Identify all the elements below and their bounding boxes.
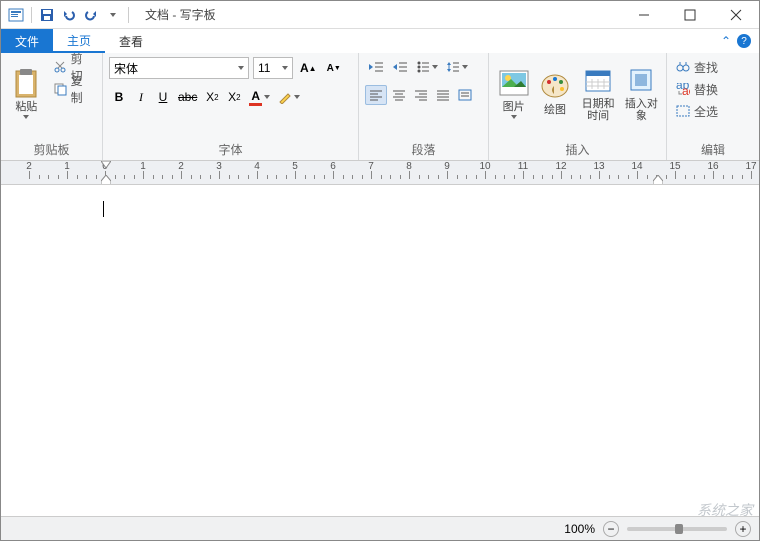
close-button[interactable]	[713, 1, 759, 29]
line-spacing-button[interactable]	[443, 57, 471, 77]
highlight-button[interactable]	[275, 87, 303, 107]
window-controls	[621, 1, 759, 29]
replace-icon: abac	[676, 83, 690, 95]
find-button[interactable]: 查找	[673, 57, 721, 77]
quick-access-toolbar	[1, 6, 137, 24]
paste-button[interactable]: 粘贴	[7, 57, 46, 129]
zoom-slider[interactable]	[627, 527, 727, 531]
insert-picture-button[interactable]: 图片	[495, 57, 532, 129]
qat-dropdown[interactable]	[104, 6, 122, 24]
minimize-button[interactable]	[621, 1, 667, 29]
group-label-clipboard: 剪贴板	[7, 137, 96, 160]
group-edit: 查找 abac 替换 全选 编辑	[667, 53, 759, 160]
font-name-value: 宋体	[114, 60, 138, 77]
insert-object-button[interactable]: 插入对象	[623, 57, 660, 129]
undo-button[interactable]	[60, 6, 78, 24]
scissors-icon	[53, 60, 67, 74]
zoom-thumb[interactable]	[675, 524, 683, 534]
superscript-button[interactable]: X2	[224, 87, 244, 107]
bold-button[interactable]: B	[109, 87, 129, 107]
first-line-indent-marker[interactable]	[101, 161, 111, 169]
document-area[interactable]	[1, 187, 759, 516]
paint-drawing-button[interactable]: 绘图	[536, 57, 573, 129]
group-clipboard: 粘贴 剪切 复制 剪贴板	[1, 53, 103, 160]
group-paragraph: 段落	[359, 53, 489, 160]
grow-font-button[interactable]: A▲	[297, 58, 320, 78]
subscript-button[interactable]: X2	[202, 87, 222, 107]
copy-button[interactable]: 复制	[50, 79, 96, 99]
right-indent-marker[interactable]	[653, 175, 663, 185]
select-all-button[interactable]: 全选	[673, 101, 721, 121]
replace-label: 替换	[694, 81, 718, 98]
font-name-select[interactable]: 宋体	[109, 57, 249, 79]
collapse-ribbon-icon[interactable]: ⌃	[721, 34, 731, 48]
group-font: 宋体 11 A▲ A▼ B I U abc X2 X2 A	[103, 53, 359, 160]
zoom-in-button[interactable]: +	[735, 521, 751, 537]
decrease-indent-button[interactable]	[365, 57, 387, 77]
italic-button[interactable]: I	[131, 87, 151, 107]
svg-text:ac: ac	[682, 84, 690, 95]
title-bar: 文档 - 写字板	[1, 1, 759, 29]
paint-label: 绘图	[544, 104, 566, 116]
ribbon: 粘贴 剪切 复制 剪贴板 宋体	[1, 53, 759, 161]
group-label-paragraph: 段落	[365, 137, 482, 160]
font-size-select[interactable]: 11	[253, 57, 293, 79]
strikethrough-button[interactable]: abc	[175, 87, 200, 107]
maximize-button[interactable]	[667, 1, 713, 29]
copy-label: 复制	[71, 72, 93, 106]
paste-label: 粘贴	[15, 101, 37, 113]
align-center-button[interactable]	[389, 85, 409, 105]
paragraph-dialog-button[interactable]	[455, 85, 475, 105]
group-label-edit: 编辑	[673, 137, 753, 160]
binoculars-icon	[676, 61, 690, 73]
select-all-icon	[676, 105, 690, 117]
window-title: 文档 - 写字板	[145, 6, 216, 23]
datetime-button[interactable]: 日期和时间	[578, 57, 619, 129]
ribbon-tabs: 文件 主页 查看 ⌃ ?	[1, 29, 759, 53]
separator	[128, 7, 129, 23]
select-all-label: 全选	[694, 103, 718, 120]
replace-button[interactable]: abac 替换	[673, 79, 721, 99]
status-bar: 100% − +	[1, 516, 759, 540]
palette-icon	[539, 70, 571, 102]
app-icon[interactable]	[7, 6, 25, 24]
bullets-button[interactable]	[413, 57, 441, 77]
justify-button[interactable]	[433, 85, 453, 105]
datetime-label: 日期和时间	[578, 98, 619, 122]
font-size-value: 11	[258, 61, 270, 75]
group-label-font: 字体	[109, 137, 352, 160]
left-indent-marker[interactable]	[101, 175, 111, 185]
chevron-down-icon	[238, 66, 244, 70]
tab-view[interactable]: 查看	[105, 29, 157, 53]
align-right-button[interactable]	[411, 85, 431, 105]
chevron-down-icon	[282, 66, 288, 70]
ruler[interactable]: 2101234567891011121314151617	[1, 161, 759, 185]
text-cursor	[103, 201, 104, 217]
zoom-level: 100%	[564, 522, 595, 536]
help-button[interactable]: ?	[737, 34, 751, 48]
zoom-out-button[interactable]: −	[603, 521, 619, 537]
increase-indent-button[interactable]	[389, 57, 411, 77]
copy-icon	[53, 82, 67, 96]
find-label: 查找	[694, 59, 718, 76]
redo-button[interactable]	[82, 6, 100, 24]
underline-button[interactable]: U	[153, 87, 173, 107]
tab-home[interactable]: 主页	[53, 29, 105, 53]
picture-label: 图片	[503, 101, 525, 113]
align-left-button[interactable]	[365, 85, 387, 105]
tab-file[interactable]: 文件	[1, 29, 53, 53]
save-button[interactable]	[38, 6, 56, 24]
object-label: 插入对象	[623, 98, 660, 122]
group-insert: 图片 绘图 日期和时间 插入对象 插入	[489, 53, 667, 160]
shrink-font-button[interactable]: A▼	[324, 58, 344, 78]
calendar-icon	[582, 64, 614, 96]
object-icon	[625, 64, 657, 96]
group-label-insert: 插入	[495, 137, 660, 160]
font-color-button[interactable]: A	[246, 87, 273, 107]
clipboard-icon	[10, 67, 42, 99]
picture-icon	[498, 67, 530, 99]
separator	[31, 7, 32, 23]
